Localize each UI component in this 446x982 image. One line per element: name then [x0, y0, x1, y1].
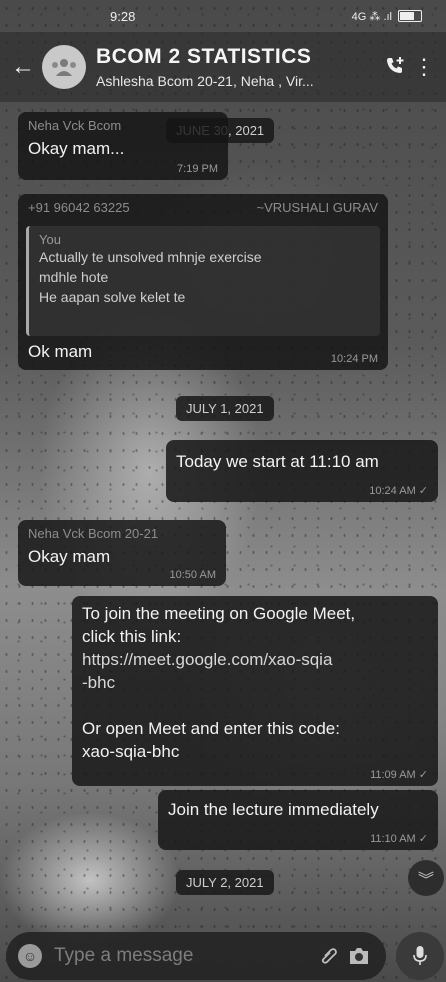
more-vert-icon[interactable]: ⋮ — [412, 50, 436, 84]
message-time: 7:19 PM — [177, 163, 218, 175]
meet-link[interactable]: -bhc — [82, 671, 428, 694]
message-time: 10:50 AM — [169, 569, 216, 581]
quote-line: Actually te unsolved mhnje exercise — [39, 249, 262, 265]
message-time: 10:24 AM ✓ — [369, 485, 428, 497]
message-bubble-outgoing[interactable]: To join the meeting on Google Meet, clic… — [72, 596, 438, 786]
message-sender-row: +91 96042 63225 ~VRUSHALI GURAV — [28, 200, 378, 215]
date-separator: JULY 1, 2021 — [176, 396, 274, 421]
quote-line: mdhle hote — [39, 269, 109, 285]
message-sender-name: ~VRUSHALI GURAV — [256, 200, 379, 215]
message-composer: ☺ — [6, 932, 386, 980]
message-sender: Neha Vck Bcom — [28, 118, 122, 133]
mic-icon[interactable] — [396, 932, 444, 980]
message-line — [82, 694, 428, 717]
message-bubble-incoming[interactable]: Neha Vck Bcom Okay mam... 7:19 PM — [18, 112, 228, 180]
message-text: Okay mam... — [28, 139, 125, 158]
message-line: click this link: — [82, 627, 182, 646]
group-avatar[interactable] — [42, 45, 86, 89]
message-text: Join the lecture immediately — [168, 800, 379, 819]
message-line: Or open Meet and enter this code: — [82, 719, 340, 738]
quote-author: You — [39, 232, 61, 247]
paperclip-icon[interactable] — [314, 941, 344, 971]
message-time: 10:24 PM — [330, 353, 378, 365]
message-bubble-incoming[interactable]: +91 96042 63225 ~VRUSHALI GURAV You Actu… — [18, 194, 388, 370]
status-time: 9:28 — [110, 8, 136, 24]
message-sender: +91 96042 63225 — [28, 200, 130, 215]
message-text: Today we start at 11:10 am — [176, 452, 379, 471]
add-call-icon[interactable] — [378, 50, 412, 84]
chat-header: ← BCOM 2 STATISTICS Ashlesha Bcom 20-21,… — [0, 32, 446, 102]
message-input[interactable] — [52, 944, 314, 968]
network-icon: 4G ⁂ .ıl — [351, 10, 392, 23]
message-bubble-incoming[interactable]: Neha Vck Bcom 20-21 Okay mam 10:50 AM — [18, 520, 226, 586]
group-title: BCOM 2 STATISTICS — [96, 45, 312, 68]
meet-link[interactable]: https://meet.google.com/xao-sqia — [82, 648, 428, 671]
status-bar: 9:28 4G ⁂ .ıl — [0, 0, 446, 32]
message-time: 11:10 AM ✓ — [370, 833, 428, 845]
message-time: 11:09 AM ✓ — [370, 769, 428, 781]
message-bubble-outgoing[interactable]: Today we start at 11:10 am 10:24 AM ✓ — [166, 440, 438, 502]
message-text: Okay mam — [28, 547, 111, 566]
camera-icon[interactable] — [344, 941, 374, 971]
status-icons: 4G ⁂ .ıl — [352, 10, 422, 23]
quote-line: He aapan solve kelet te — [39, 289, 186, 305]
scroll-down-icon[interactable]: ︾ — [408, 860, 444, 896]
message-line: To join the meeting on Google Meet, — [82, 604, 356, 623]
quoted-message[interactable]: You Actually te unsolved mhnje exercise … — [26, 226, 380, 336]
chat-title-block[interactable]: BCOM 2 STATISTICS Ashlesha Bcom 20-21, N… — [96, 45, 378, 89]
battery-icon — [398, 10, 422, 22]
message-sender: Neha Vck Bcom 20-21 — [28, 526, 159, 541]
group-icon — [52, 59, 76, 76]
message-bubble-outgoing[interactable]: Join the lecture immediately 11:10 AM ✓ — [158, 790, 438, 850]
emoji-icon[interactable]: ☺ — [18, 944, 42, 968]
date-separator: JULY 2, 2021 — [176, 870, 274, 895]
message-text: Ok mam — [28, 342, 93, 361]
message-line: xao-sqia-bhc — [82, 742, 180, 761]
group-members: Ashlesha Bcom 20-21, Neha , Vir... — [96, 73, 314, 89]
arrow-left-icon[interactable]: ← — [10, 54, 36, 80]
